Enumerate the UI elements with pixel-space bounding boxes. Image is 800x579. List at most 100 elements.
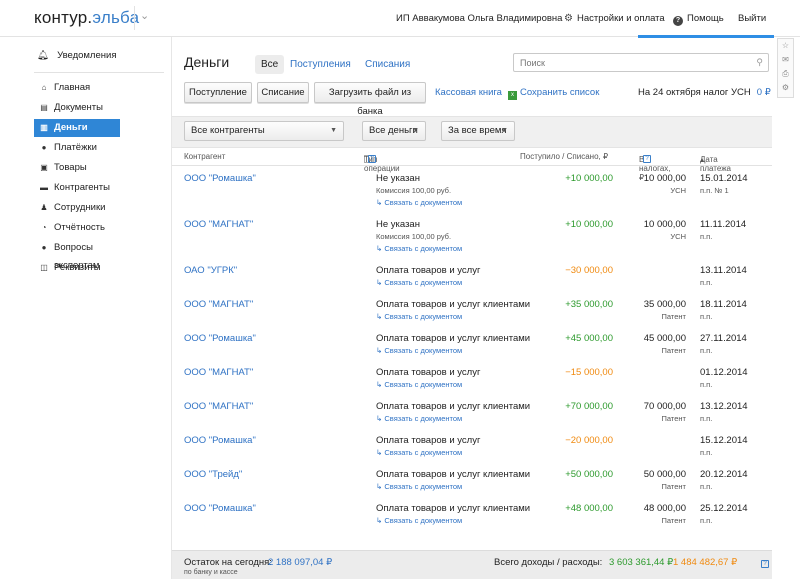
operation-type[interactable]: Оплата товаров и услуг клиентами [376, 333, 530, 344]
table-row[interactable]: ООО "МАГНАТ" Не указан Комиссия 100,00 руб… [172, 213, 772, 259]
footer-help[interactable]: ? [757, 557, 769, 568]
sidebar-item[interactable]: ♟ Сотрудники [34, 199, 120, 217]
dropdown-label: Все деньги [369, 125, 418, 136]
settings-icon[interactable]: ⚙ [778, 81, 793, 95]
table-row[interactable]: ООО "МАГНАТ" Оплата товаров и услуг ↳ Связ… [172, 361, 772, 395]
link-document[interactable]: ↳ Связать с документом [376, 380, 462, 389]
table-row[interactable]: ООО "Ромашка" Оплата товаров и услуг клие… [172, 497, 772, 531]
logo[interactable]: контур.эльба [34, 8, 139, 28]
link-document[interactable]: ↳ Связать с документом [376, 516, 462, 525]
help-label: Помощь [687, 13, 724, 24]
contractor-link[interactable]: ООО "МАГНАТ" [184, 219, 253, 230]
contractor-link[interactable]: ООО "Ромашка" [184, 173, 256, 184]
payment-doc[interactable]: п.п. [700, 482, 712, 491]
sidebar: 🔔︎ Уведомления ⌂ Главная ▤ Документы ▥ Деньги ●… [0, 37, 172, 579]
contractor-link[interactable]: ООО "МАГНАТ" [184, 299, 253, 310]
payment-date: 13.12.2014 [700, 401, 748, 412]
help-link[interactable]: ? Помощь [673, 13, 724, 26]
money-filter-dropdown[interactable]: Все деньги ▼ [362, 121, 426, 141]
total-income: 3 603 361,44 ₽ [609, 557, 674, 568]
link-document[interactable]: ↳ Связать с документом [376, 198, 462, 207]
table-row[interactable]: ООО "МАГНАТ" Оплата товаров и услуг клиен… [172, 293, 772, 327]
operation-type[interactable]: Оплата товаров и услуг [376, 367, 480, 378]
payment-doc[interactable]: п.п. [700, 312, 712, 321]
amount: +10 000,00 [565, 219, 613, 230]
table-row[interactable]: ООО "Ромашка" Оплата товаров и услуг клие… [172, 327, 772, 361]
table-row[interactable]: ООО "Ромашка" Оплата товаров и услуг ↳ Свя… [172, 429, 772, 463]
table-row[interactable]: ООО "МАГНАТ" Оплата товаров и услуг клиен… [172, 395, 772, 429]
link-document[interactable]: ↳ Связать с документом [376, 346, 462, 355]
payment-doc[interactable]: п.п. № 1 [700, 186, 729, 195]
help-icon[interactable]: ? [368, 155, 376, 163]
payment-doc[interactable]: п.п. [700, 516, 712, 525]
payment-doc[interactable]: п.п. [700, 448, 712, 457]
sidebar-item[interactable]: ⌂ Главная [34, 79, 120, 97]
operation-type[interactable]: Оплата товаров и услуг [376, 265, 480, 276]
sidebar-item[interactable]: ▬ Контрагенты [34, 179, 120, 197]
contractor-link[interactable]: ОАО "УГРК" [184, 265, 237, 276]
sidebar-item-notifications[interactable]: 🔔︎ Уведомления [37, 50, 116, 61]
sidebar-item[interactable]: ● Вопросы экспертам [34, 239, 120, 271]
column-contractor[interactable]: Контрагент [184, 152, 225, 161]
contractor-filter-dropdown[interactable]: Все контрагенты ▼ [184, 121, 344, 141]
cart-icon: ▣ [40, 163, 48, 172]
sidebar-item[interactable]: ▣ Товары [34, 159, 120, 177]
sidebar-item[interactable]: ▥ Деньги [34, 119, 120, 137]
chevron-down-icon[interactable]: ⌄ [140, 9, 149, 22]
contractor-link[interactable]: ООО "Трейд" [184, 469, 242, 480]
table-row[interactable]: ОАО "УГРК" Оплата товаров и услуг ↳ Связат… [172, 259, 772, 293]
tab-expense[interactable]: Списания [365, 55, 410, 74]
contractor-link[interactable]: ООО "Ромашка" [184, 503, 256, 514]
payment-doc[interactable]: п.п. [700, 380, 712, 389]
sidebar-item[interactable]: ● Платёжки [34, 139, 120, 157]
tax-amount-link[interactable]: 0 ₽ [757, 87, 771, 98]
operation-type[interactable]: Оплата товаров и услуг клиентами [376, 469, 530, 480]
search-input[interactable] [514, 54, 744, 71]
expense-button[interactable]: Списание [257, 82, 309, 103]
payment-doc[interactable]: п.п. [700, 278, 712, 287]
sidebar-item[interactable]: ▤ Документы [34, 99, 120, 117]
link-document-label: Связать с документом [384, 244, 463, 253]
period-filter-dropdown[interactable]: За все время ▼ [441, 121, 515, 141]
link-document[interactable]: ↳ Связать с документом [376, 244, 462, 253]
print-icon[interactable]: ⎙ [778, 67, 793, 81]
exit-link[interactable]: Выйти [738, 13, 766, 24]
link-document[interactable]: ↳ Связать с документом [376, 312, 462, 321]
contractor-link[interactable]: ООО "МАГНАТ" [184, 367, 253, 378]
payment-doc[interactable]: п.п. [700, 346, 712, 355]
operation-type[interactable]: Оплата товаров и услуг клиентами [376, 299, 530, 310]
contractor-link[interactable]: ООО "Ромашка" [184, 435, 256, 446]
upload-bank-file-button[interactable]: Загрузить файл из банка [314, 82, 426, 117]
link-document[interactable]: ↳ Связать с документом [376, 414, 462, 423]
table-row[interactable]: ООО "Ромашка" Не указан Комиссия 100,00 ру… [172, 167, 772, 213]
user-name-link[interactable]: ИП Аввакумова Ольга Владимировна [396, 13, 562, 24]
balance-value[interactable]: 2 188 097,04 ₽ [268, 557, 332, 568]
save-list-link[interactable]: x Сохранить список [508, 87, 599, 100]
tax-amount: 10 000,00 [643, 173, 686, 184]
contractor-link[interactable]: ООО "МАГНАТ" [184, 401, 253, 412]
operation-type[interactable]: Не указан [376, 219, 420, 230]
chat-icon[interactable]: ✉ [778, 53, 793, 67]
link-document[interactable]: ↳ Связать с документом [376, 482, 462, 491]
operation-type[interactable]: Оплата товаров и услуг клиентами [376, 401, 530, 412]
star-icon[interactable]: ☆ [778, 39, 793, 53]
tab-income[interactable]: Поступления [290, 55, 351, 74]
sidebar-item[interactable]: ◔ Отчётность [34, 219, 120, 237]
operation-type[interactable]: Не указан [376, 173, 420, 184]
link-document[interactable]: ↳ Связать с документом [376, 278, 462, 287]
operation-type[interactable]: Оплата товаров и услуг [376, 435, 480, 446]
payment-doc[interactable]: п.п. [700, 232, 712, 241]
search-icon[interactable]: ⚲ [756, 57, 763, 68]
settings-link[interactable]: ⚙ Настройки и оплата [564, 13, 665, 24]
table-row[interactable]: ООО "Трейд" Оплата товаров и услуг клиент… [172, 463, 772, 497]
help-icon[interactable]: ? [643, 155, 651, 163]
operation-type[interactable]: Оплата товаров и услуг клиентами [376, 503, 530, 514]
link-document[interactable]: ↳ Связать с документом [376, 448, 462, 457]
payment-doc[interactable]: п.п. [700, 414, 712, 423]
tab-all[interactable]: Все [255, 55, 285, 74]
contractor-link[interactable]: ООО "Ромашка" [184, 333, 256, 344]
income-button[interactable]: Поступление [184, 82, 252, 103]
column-amount[interactable]: Поступило / Списано, ₽ [520, 152, 608, 161]
cashbook-link[interactable]: Кассовая книга [435, 87, 502, 98]
sidebar-item[interactable]: ◫ Реквизиты [34, 259, 120, 277]
